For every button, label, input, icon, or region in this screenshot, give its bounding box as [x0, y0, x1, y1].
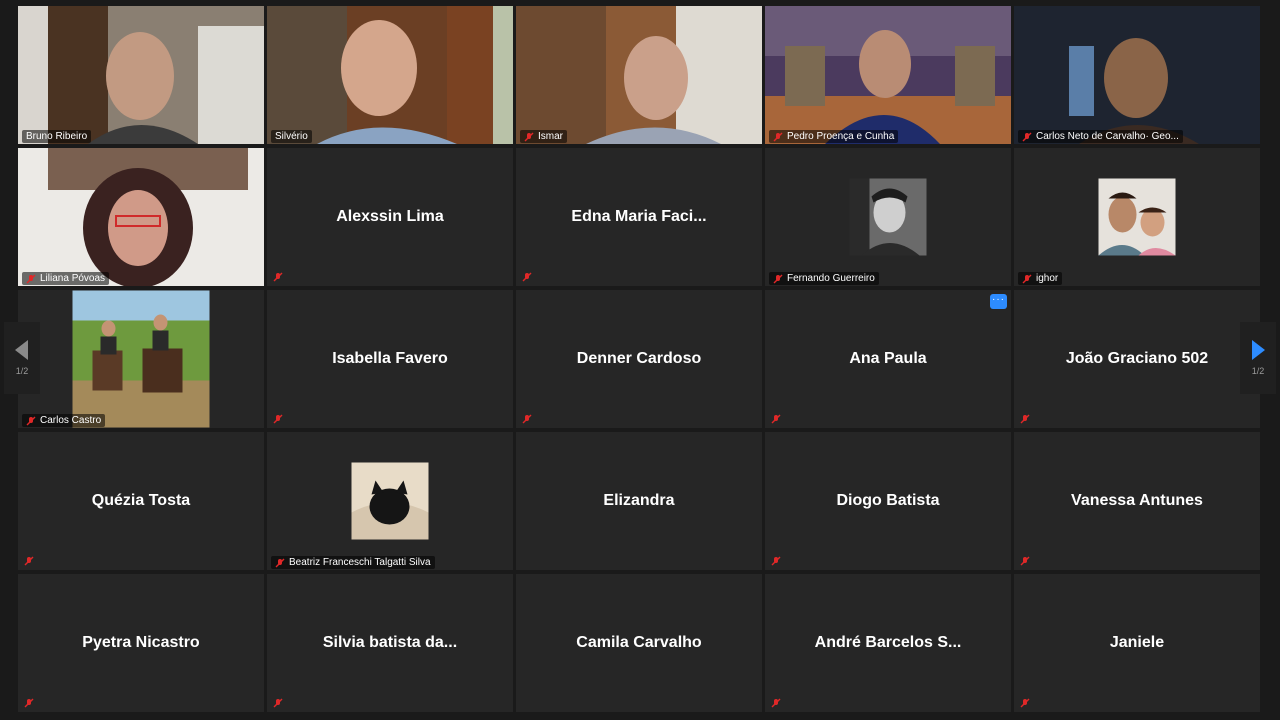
participant-name-label: Bruno Ribeiro — [22, 130, 92, 143]
muted-mic-icon — [773, 274, 783, 283]
profile-picture — [1098, 178, 1176, 256]
next-page-button[interactable]: 1/2 — [1240, 322, 1276, 394]
participant-video — [18, 148, 264, 286]
profile-picture — [849, 178, 927, 256]
video-tile[interactable]: Liliana Póvoas — [18, 148, 264, 286]
participant-name: André Barcelos S... — [814, 634, 962, 651]
participant-video — [267, 6, 513, 144]
participant-name: Alexssin Lima — [336, 208, 444, 225]
participant-tile[interactable]: Denner Cardoso — [516, 290, 762, 428]
participant-tile[interactable]: Silvia batista da... — [267, 574, 513, 712]
muted-mic-icon — [1020, 414, 1030, 424]
muted-mic-icon — [275, 558, 285, 567]
participant-tile[interactable]: Beatriz Franceschi Talgatti Silva — [267, 432, 513, 570]
muted-mic-icon — [773, 132, 783, 141]
page-indicator: 1/2 — [15, 366, 29, 376]
previous-page-button[interactable]: 1/2 — [4, 322, 40, 394]
participant-tile[interactable]: Elizandra — [516, 432, 762, 570]
participant-name: Silvia batista da... — [322, 634, 458, 651]
participant-name: Diogo Batista — [836, 492, 940, 509]
participant-tile[interactable]: Fernando Guerreiro — [765, 148, 1011, 286]
participant-name: Pyetra Nicastro — [82, 634, 200, 651]
muted-mic-icon — [273, 698, 283, 708]
participant-video — [1014, 6, 1260, 144]
arrow-left-icon — [15, 340, 28, 360]
participant-name: Denner Cardoso — [576, 350, 702, 367]
video-tile[interactable]: Pedro Proença e Cunha — [765, 6, 1011, 144]
participant-name-label: Ismar — [520, 130, 567, 143]
participant-video — [516, 6, 762, 144]
muted-mic-icon — [1020, 698, 1030, 708]
video-tile[interactable]: Carlos Neto de Carvalho· Geo... — [1014, 6, 1260, 144]
participant-tile[interactable]: André Barcelos S... — [765, 574, 1011, 712]
muted-mic-icon — [273, 272, 283, 282]
participant-tile[interactable]: Vanessa Antunes — [1014, 432, 1260, 570]
participant-tile[interactable]: Camila Carvalho — [516, 574, 762, 712]
participant-tile[interactable]: Janiele — [1014, 574, 1260, 712]
muted-mic-icon — [273, 414, 283, 424]
participant-video — [765, 6, 1011, 144]
participant-name: Janiele — [1109, 634, 1165, 651]
participant-tile[interactable]: Diogo Batista — [765, 432, 1011, 570]
participant-tile[interactable]: Isabella Favero — [267, 290, 513, 428]
participant-tile[interactable]: João Graciano 502 — [1014, 290, 1260, 428]
participant-name-label: Liliana Póvoas — [22, 272, 110, 285]
muted-mic-icon — [26, 416, 36, 425]
participant-name-label: Beatriz Franceschi Talgatti Silva — [271, 556, 435, 569]
participant-tile[interactable]: Edna Maria Faci... — [516, 148, 762, 286]
participant-name: Quézia Tosta — [91, 492, 191, 509]
participant-name-label: ighor — [1018, 272, 1063, 285]
participant-name: Elizandra — [603, 492, 675, 509]
video-tile[interactable]: Silvério — [267, 6, 513, 144]
participant-tile[interactable]: ighor — [1014, 148, 1260, 286]
muted-mic-icon — [771, 556, 781, 566]
muted-mic-icon — [524, 132, 534, 141]
participant-tile[interactable]: Quézia Tosta — [18, 432, 264, 570]
profile-picture — [351, 462, 429, 540]
video-tile[interactable]: Bruno Ribeiro — [18, 6, 264, 144]
muted-mic-icon — [1022, 274, 1032, 283]
participant-name: Isabella Favero — [332, 350, 448, 367]
participant-name: Edna Maria Faci... — [571, 208, 707, 225]
participant-name-label: Pedro Proença e Cunha — [769, 130, 899, 143]
muted-mic-icon — [1022, 132, 1032, 141]
muted-mic-icon — [522, 414, 532, 424]
participant-tile[interactable]: Pyetra Nicastro — [18, 574, 264, 712]
muted-mic-icon — [24, 698, 34, 708]
participant-name: Camila Carvalho — [576, 634, 702, 651]
muted-mic-icon — [522, 272, 532, 282]
participant-name: Vanessa Antunes — [1071, 492, 1203, 509]
participant-name: Ana Paula — [849, 350, 927, 367]
gallery-grid: Bruno Ribeiro Silvério Ismar Pedro Proen… — [18, 6, 1262, 714]
participant-name: João Graciano 502 — [1065, 350, 1209, 367]
participant-tile[interactable]: Carlos Castro — [18, 290, 264, 428]
video-tile[interactable]: Ismar — [516, 6, 762, 144]
participant-name-label: Carlos Castro — [22, 414, 106, 427]
participant-name-label: Fernando Guerreiro — [769, 272, 879, 285]
profile-picture — [72, 290, 210, 428]
participant-name-label: Silvério — [271, 130, 312, 143]
participant-name-label: Carlos Neto de Carvalho· Geo... — [1018, 130, 1183, 143]
participant-tile[interactable]: Alexssin Lima — [267, 148, 513, 286]
muted-mic-icon — [1020, 556, 1030, 566]
participant-tile[interactable]: ··· Ana Paula — [765, 290, 1011, 428]
more-options-button[interactable]: ··· — [990, 294, 1007, 309]
page-indicator: 1/2 — [1251, 366, 1265, 376]
muted-mic-icon — [771, 698, 781, 708]
muted-mic-icon — [771, 414, 781, 424]
participant-video — [18, 6, 264, 144]
muted-mic-icon — [26, 274, 36, 283]
muted-mic-icon — [24, 556, 34, 566]
arrow-right-icon — [1252, 340, 1265, 360]
